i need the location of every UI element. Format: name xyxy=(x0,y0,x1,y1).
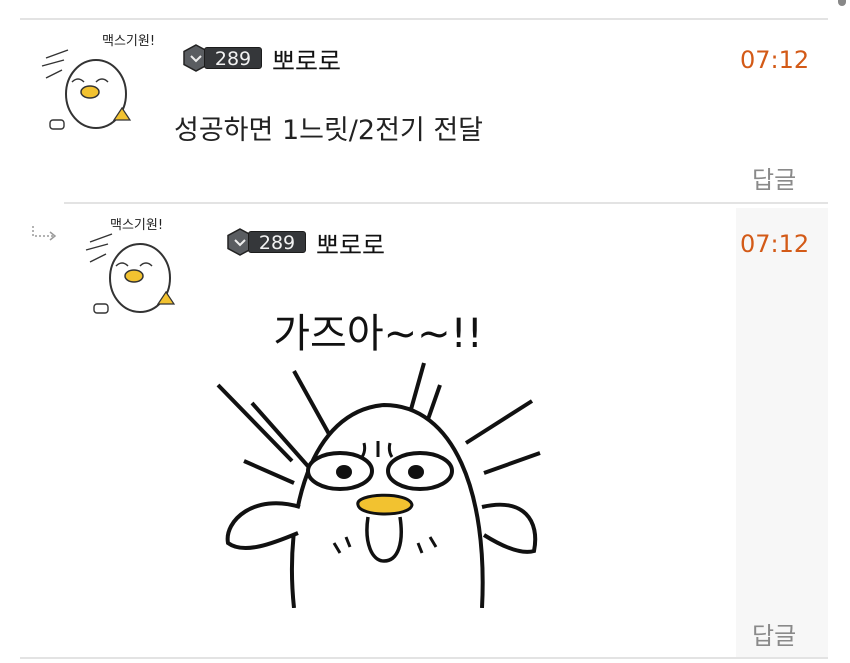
reply-arrow-icon xyxy=(32,226,57,241)
comment-divider xyxy=(64,202,828,204)
level-badge: 289 xyxy=(226,228,310,256)
sticker-image[interactable]: 가즈아~~!! xyxy=(214,293,542,608)
level-number: 289 xyxy=(248,231,306,254)
reply-button[interactable]: 답글 xyxy=(752,616,796,651)
reply-button[interactable]: 답글 xyxy=(752,160,796,195)
reply-background xyxy=(736,208,828,658)
sticker-caption: 가즈아~~!! xyxy=(273,311,483,357)
top-divider xyxy=(20,18,828,20)
level-number: 289 xyxy=(204,47,262,70)
bottom-divider xyxy=(20,657,828,659)
avatar[interactable]: 맥스기원! xyxy=(36,30,156,134)
author-nickname[interactable]: 뽀로로 xyxy=(272,42,341,78)
comment-time: 07:12 xyxy=(740,230,810,258)
author-nickname[interactable]: 뽀로로 xyxy=(316,226,385,262)
comment-time: 07:12 xyxy=(740,46,810,74)
comment-text: 성공하면 1느릿/2전기 전달 xyxy=(174,115,484,146)
avatar-caption: 맥스기원! xyxy=(102,34,155,49)
scroll-indicator xyxy=(838,0,846,6)
avatar[interactable]: 맥스기원! xyxy=(80,214,200,318)
avatar-caption: 맥스기원! xyxy=(110,218,163,233)
level-badge: 289 xyxy=(182,44,266,72)
